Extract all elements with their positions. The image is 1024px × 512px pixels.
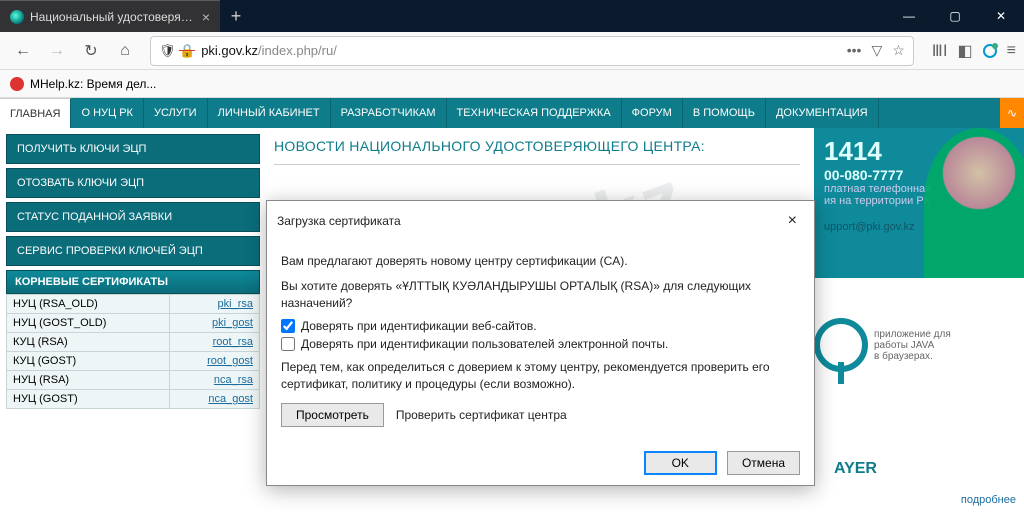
sidebar-status[interactable]: СТАТУС ПОДАННОЙ ЗАЯВКИ	[6, 202, 260, 232]
close-tab-icon[interactable]: ×	[202, 9, 210, 25]
close-window-button[interactable]: ✕	[978, 0, 1024, 32]
ncalayer-icon	[814, 318, 868, 372]
home-button[interactable]: ⌂	[110, 36, 140, 66]
table-row: КУЦ (RSA)root_rsa	[7, 333, 260, 352]
nav-help[interactable]: В ПОМОЩЬ	[683, 98, 766, 128]
site-top-nav: ГЛАВНАЯ О НУЦ РК УСЛУГИ ЛИЧНЫЙ КАБИНЕТ Р…	[0, 98, 1024, 128]
cert-link[interactable]: pki_rsa	[218, 298, 253, 310]
library-icon[interactable]: ⅢⅠ	[932, 41, 948, 61]
more-icon[interactable]: •••	[847, 42, 862, 59]
dialog-question: Вы хотите доверять «ҰЛТТЫҚ КУӘЛАНДЫРУШЫ …	[281, 278, 800, 312]
nav-home[interactable]: ГЛАВНАЯ	[0, 98, 71, 128]
left-sidebar: ПОЛУЧИТЬ КЛЮЧИ ЭЦП ОТОЗВАТЬ КЛЮЧИ ЭЦП СТ…	[0, 128, 260, 512]
menu-icon[interactable]: ≡	[1007, 42, 1016, 60]
trust-websites-checkbox[interactable]	[281, 319, 295, 333]
window-controls: — ▢ ✕	[886, 0, 1024, 32]
forward-button[interactable]: →	[42, 36, 72, 66]
address-bar[interactable]: 🛡 🔒 pki.gov.kz/index.php/ru/ ••• ▽ ☆	[150, 36, 914, 66]
dialog-title: Загрузка сертификата	[277, 214, 401, 228]
cert-link[interactable]: nca_gost	[208, 393, 253, 405]
minimize-button[interactable]: —	[886, 0, 932, 32]
shield-icon: 🛡	[159, 43, 173, 59]
bookmark-star-icon[interactable]: ☆	[892, 42, 905, 59]
certificate-trust-dialog: Загрузка сертификата × Вам предлагают до…	[266, 200, 815, 486]
cert-link[interactable]: root_rsa	[213, 336, 253, 348]
trust-websites-label: Доверять при идентификации веб-сайтов.	[301, 319, 537, 333]
rss-icon[interactable]: ∿	[1000, 98, 1024, 128]
cancel-button[interactable]: Отмена	[727, 451, 800, 475]
view-cert-label: Проверить сертификат центра	[396, 408, 567, 422]
cert-link[interactable]: pki_gost	[212, 317, 253, 329]
right-sidebar: 1414 00-080-7777 платная телефонная ия н…	[814, 128, 1024, 512]
reload-button[interactable]: ↻	[76, 36, 106, 66]
nav-support[interactable]: ТЕХНИЧЕСКАЯ ПОДДЕРЖКА	[447, 98, 622, 128]
ok-button[interactable]: OK	[644, 451, 717, 475]
table-row: НУЦ (RSA_OLD)pki_rsa	[7, 295, 260, 314]
callcenter-box: 1414 00-080-7777 платная телефонная ия н…	[814, 128, 1024, 278]
table-row: КУЦ (GOST)root_gost	[7, 352, 260, 371]
nav-docs[interactable]: ДОКУМЕНТАЦИЯ	[766, 98, 879, 128]
more-link[interactable]: подробнее	[961, 494, 1016, 506]
table-row: НУЦ (GOST)nca_gost	[7, 390, 260, 409]
account-icon[interactable]	[983, 44, 997, 58]
maximize-button[interactable]: ▢	[932, 0, 978, 32]
bookmark-favicon	[10, 77, 24, 91]
bookmarks-bar: MHelp.kz: Время дел...	[0, 70, 1024, 98]
ncalayer-block: приложение для работы JAVA в браузерах.	[814, 318, 1024, 372]
window-titlebar: Национальный удостоверяющ × + — ▢ ✕	[0, 0, 1024, 32]
support-email[interactable]: upport@pki.gov.kz	[824, 221, 914, 233]
browser-tab[interactable]: Национальный удостоверяющ ×	[0, 0, 220, 32]
bookmark-item[interactable]: MHelp.kz: Время дел...	[30, 77, 156, 91]
view-cert-button[interactable]: Просмотреть	[281, 403, 384, 427]
nav-forum[interactable]: ФОРУМ	[622, 98, 683, 128]
nav-about[interactable]: О НУЦ РК	[71, 98, 143, 128]
insecure-lock-icon: 🔒	[179, 43, 195, 59]
url-text: pki.gov.kz/index.php/ru/	[201, 43, 841, 58]
dialog-advice: Перед тем, как определиться с доверием к…	[281, 359, 800, 393]
dialog-close-button[interactable]: ×	[781, 209, 804, 233]
trust-email-checkbox[interactable]	[281, 337, 295, 351]
sidebar-verify[interactable]: СЕРВИС ПРОВЕРКИ КЛЮЧЕЙ ЭЦП	[6, 236, 260, 266]
table-row: НУЦ (RSA)nca_rsa	[7, 371, 260, 390]
new-tab-button[interactable]: +	[220, 6, 252, 27]
trust-email-label: Доверять при идентификации пользователей…	[301, 337, 668, 351]
root-certs-header: КОРНЕВЫЕ СЕРТИФИКАТЫ	[6, 270, 260, 294]
nav-cabinet[interactable]: ЛИЧНЫЙ КАБИНЕТ	[208, 98, 331, 128]
root-certs-table: НУЦ (RSA_OLD)pki_rsa НУЦ (GOST_OLD)pki_g…	[6, 294, 260, 409]
sidebar-icon[interactable]: ◧	[958, 41, 973, 61]
cert-link[interactable]: nca_rsa	[214, 374, 253, 386]
browser-toolbar: ← → ↻ ⌂ 🛡 🔒 pki.gov.kz/index.php/ru/ •••…	[0, 32, 1024, 70]
reader-icon[interactable]: ▽	[871, 42, 882, 59]
sidebar-revoke-keys[interactable]: ОТОЗВАТЬ КЛЮЧИ ЭЦП	[6, 168, 260, 198]
nav-developers[interactable]: РАЗРАБОТЧИКАМ	[331, 98, 447, 128]
dialog-intro: Вам предлагают доверять новому центру се…	[281, 253, 800, 270]
cert-link[interactable]: root_gost	[207, 355, 253, 367]
table-row: НУЦ (GOST_OLD)pki_gost	[7, 314, 260, 333]
back-button[interactable]: ←	[8, 36, 38, 66]
operator-image	[924, 128, 1024, 278]
tab-title: Национальный удостоверяющ	[30, 10, 194, 24]
news-heading: НОВОСТИ НАЦИОНАЛЬНОГО УДОСТОВЕРЯЮЩЕГО ЦЕ…	[274, 138, 800, 165]
nav-services[interactable]: УСЛУГИ	[144, 98, 208, 128]
tab-favicon	[10, 10, 24, 24]
ncalayer-label: AYER	[834, 460, 877, 478]
sidebar-get-keys[interactable]: ПОЛУЧИТЬ КЛЮЧИ ЭЦП	[6, 134, 260, 164]
